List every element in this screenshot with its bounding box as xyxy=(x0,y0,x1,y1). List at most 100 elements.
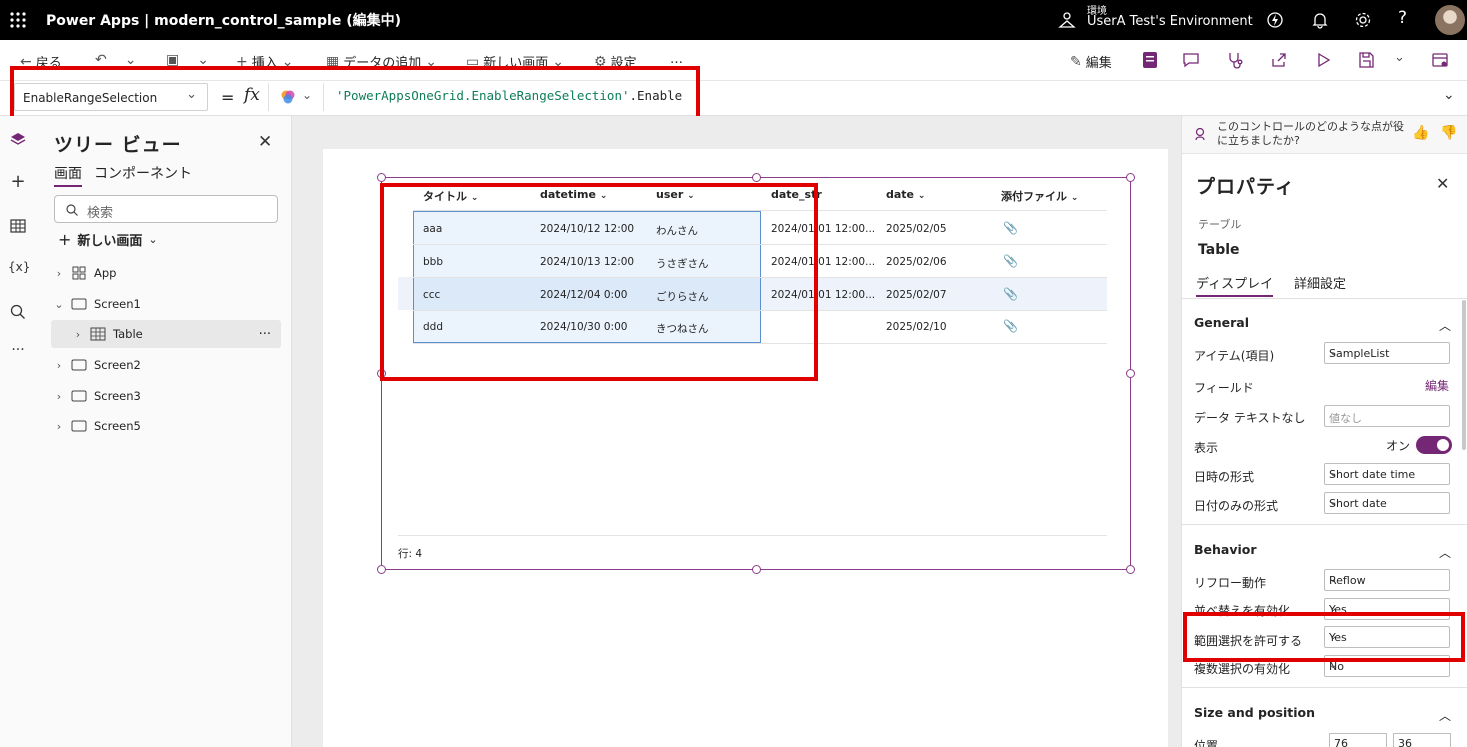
data-table-icon[interactable] xyxy=(8,216,28,236)
pencil-icon: ✎ xyxy=(1070,53,1082,70)
chevron-up-icon[interactable]: ︿ xyxy=(1439,707,1451,723)
user-avatar[interactable] xyxy=(1435,5,1465,35)
close-icon[interactable]: ✕ xyxy=(258,132,272,152)
divider xyxy=(1182,298,1467,299)
resize-handle[interactable] xyxy=(377,173,386,182)
tree-node-screen2[interactable]: › Screen2 xyxy=(52,351,280,379)
screen-icon xyxy=(71,420,87,432)
app-launcher-icon[interactable] xyxy=(9,11,27,29)
close-icon[interactable]: ✕ xyxy=(1436,174,1449,193)
help-icon[interactable]: ? xyxy=(1398,8,1418,28)
resize-handle[interactable] xyxy=(377,565,386,574)
divider xyxy=(1182,687,1467,688)
thumbs-down-icon[interactable]: 👎 xyxy=(1440,125,1457,141)
more-button[interactable]: … xyxy=(670,52,683,67)
search-icon[interactable] xyxy=(8,302,28,322)
variables-icon[interactable]: {x} xyxy=(8,260,30,280)
fields-label: フィールド xyxy=(1194,381,1254,395)
position-x-input[interactable]: 76 xyxy=(1329,733,1387,747)
scrollbar[interactable] xyxy=(1462,300,1466,450)
layers-icon[interactable] xyxy=(8,130,28,150)
divider xyxy=(1182,524,1467,525)
insert-plus-icon[interactable]: + xyxy=(8,171,28,192)
properties-title: プロパティ xyxy=(1196,176,1295,198)
new-screen-button[interactable]: + 新しい画面 ⌄ xyxy=(58,230,158,249)
copilot-icon[interactable] xyxy=(1265,10,1285,30)
position-y-input[interactable]: 36 xyxy=(1393,733,1451,747)
reflow-label: リフロー動作 xyxy=(1194,576,1267,590)
tree-search-input[interactable]: 検索 xyxy=(54,195,278,223)
settings-gear-icon[interactable] xyxy=(1353,10,1373,30)
tree-node-screen3[interactable]: › Screen3 xyxy=(52,382,280,410)
tree-node-screen5[interactable]: › Screen5 xyxy=(52,412,280,440)
section-general[interactable]: General xyxy=(1194,315,1249,330)
play-icon[interactable] xyxy=(1313,50,1333,70)
multi-select-label: 複数選択の有効化 xyxy=(1194,662,1291,676)
share-icon[interactable] xyxy=(1269,50,1289,70)
section-size-position[interactable]: Size and position xyxy=(1194,705,1315,720)
control-name[interactable]: Table xyxy=(1198,242,1240,258)
health-check-icon[interactable] xyxy=(1225,50,1245,70)
save-chevron-down-icon[interactable]: ⌄ xyxy=(1394,50,1405,65)
resize-handle[interactable] xyxy=(752,565,761,574)
expand-formula-chevron-icon[interactable]: ⌄ xyxy=(1443,87,1455,103)
feedback-bar: このコントロールのどのような点が役 に立ちましたか? 👍 👎 xyxy=(1182,116,1467,154)
resize-handle[interactable] xyxy=(1126,565,1135,574)
screen-icon xyxy=(71,298,87,310)
app-title: Power Apps | modern_control_sample (編集中) xyxy=(46,13,402,29)
environment-icon[interactable] xyxy=(1057,10,1077,30)
items-dropdown[interactable]: SampleList ⌄ xyxy=(1324,342,1450,364)
edit-button[interactable]: ✎ 編集 xyxy=(1070,52,1112,72)
control-type-label: テーブル xyxy=(1198,218,1242,231)
screen-icon xyxy=(71,359,87,371)
datetime-format-label: 日時の形式 xyxy=(1194,470,1255,484)
no-data-text-label: データ テキストなし xyxy=(1194,411,1306,425)
date-only-format-label: 日付のみの形式 xyxy=(1194,499,1279,513)
save-icon[interactable] xyxy=(1356,50,1376,70)
no-data-text-input[interactable]: 値なし xyxy=(1324,405,1450,427)
publish-icon[interactable] xyxy=(1430,50,1450,70)
resize-handle[interactable] xyxy=(1126,173,1135,182)
more-icon[interactable]: ··· xyxy=(8,342,28,362)
fields-edit-link[interactable]: 編集 xyxy=(1425,377,1449,394)
node-more-icon[interactable]: ··· xyxy=(259,327,271,342)
chevron-right-icon: › xyxy=(56,358,62,372)
app-checker-icon[interactable] xyxy=(1140,50,1160,70)
chevron-up-icon[interactable]: ︿ xyxy=(1439,317,1451,333)
date-only-format-dropdown[interactable]: Short date ⌄ xyxy=(1324,492,1450,514)
comment-icon[interactable] xyxy=(1181,50,1201,70)
chevron-up-icon[interactable]: ︿ xyxy=(1439,544,1451,560)
chevron-down-icon: ⌄ xyxy=(1329,468,1338,479)
highlight-box-grid xyxy=(380,183,818,381)
position-label: 位置 xyxy=(1194,739,1219,747)
notification-bell-icon[interactable] xyxy=(1310,10,1330,30)
items-label: アイテム(項目) xyxy=(1194,349,1275,363)
tree-view-panel: ツリー ビュー ✕ 画面 コンポーネント 検索 + 新しい画面 ⌄ › App … xyxy=(36,116,292,747)
tree-node-table[interactable]: › Table ··· xyxy=(51,320,281,348)
visible-toggle[interactable] xyxy=(1416,436,1452,454)
tab-advanced[interactable]: 詳細設定 xyxy=(1294,273,1346,292)
thumbs-up-icon[interactable]: 👍 xyxy=(1412,125,1429,141)
tree-node-app[interactable]: › App xyxy=(52,259,280,287)
visible-value: オン xyxy=(1386,439,1411,453)
datetime-format-dropdown[interactable]: Short date time ⌄ xyxy=(1324,463,1450,485)
top-bar: Power Apps | modern_control_sample (編集中)… xyxy=(0,0,1467,40)
chevron-down-icon: ⌄ xyxy=(54,297,64,311)
resize-handle[interactable] xyxy=(1126,369,1135,378)
chevron-right-icon: › xyxy=(56,389,62,403)
app-icon xyxy=(72,266,86,280)
resize-handle[interactable] xyxy=(752,173,761,182)
tab-screens[interactable]: 画面 xyxy=(54,163,82,187)
chevron-right-icon: › xyxy=(56,419,62,433)
chevron-down-icon: ⌄ xyxy=(1329,574,1338,585)
tree-node-screen1[interactable]: ⌄ Screen1 xyxy=(52,290,280,318)
environment-name[interactable]: UserA Test's Environment xyxy=(1087,14,1253,29)
chevron-down-icon: ⌄ xyxy=(148,233,158,246)
chevron-right-icon: › xyxy=(56,266,62,280)
reflow-dropdown[interactable]: Reflow ⌄ xyxy=(1324,569,1450,591)
feedback-text: このコントロールのどのような点が役 に立ちましたか? xyxy=(1217,120,1404,147)
tab-components[interactable]: コンポーネント xyxy=(94,163,192,183)
chevron-down-icon: ⌄ xyxy=(1329,347,1338,358)
tab-display[interactable]: ディスプレイ xyxy=(1196,273,1274,297)
section-behavior[interactable]: Behavior xyxy=(1194,542,1257,557)
